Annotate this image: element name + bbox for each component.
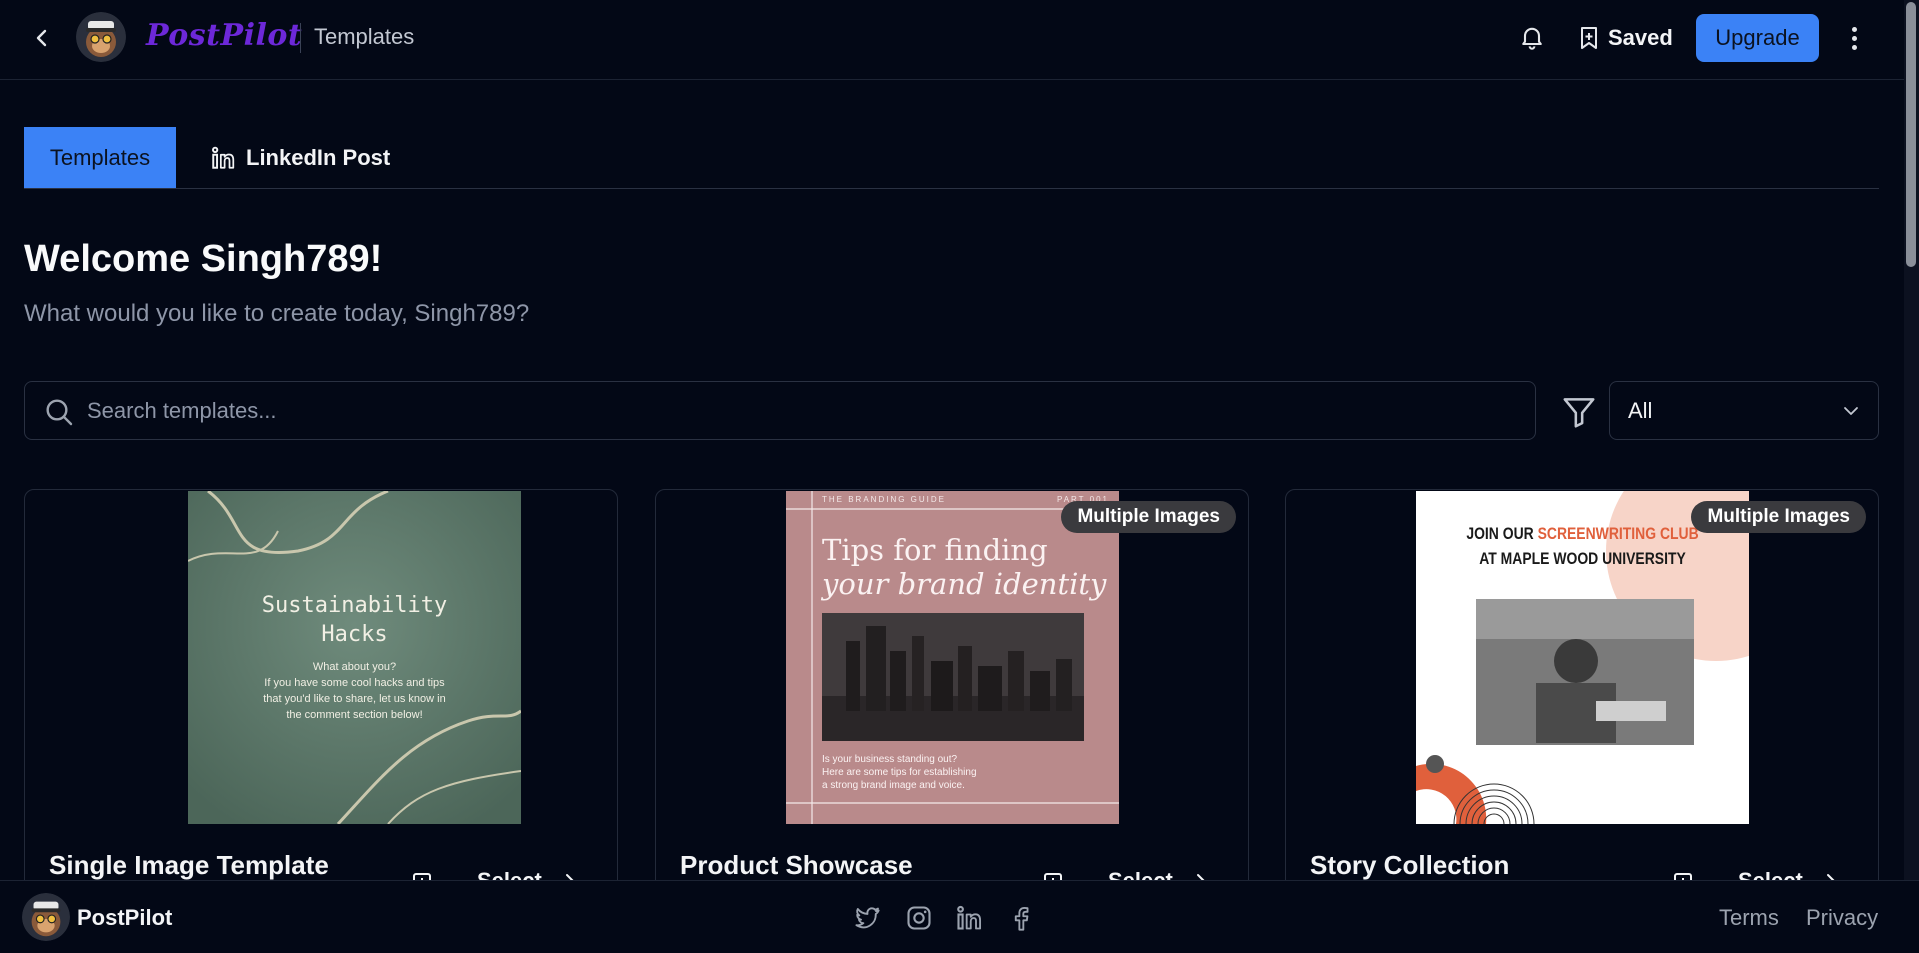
- breadcrumb[interactable]: Templates: [314, 24, 414, 50]
- category-select[interactable]: All: [1609, 381, 1879, 440]
- tab-linkedin-post[interactable]: LinkedIn Post: [210, 127, 390, 188]
- bookmark-icon: [1581, 27, 1597, 49]
- filter-icon[interactable]: [1560, 393, 1598, 431]
- upgrade-button[interactable]: Upgrade: [1696, 14, 1819, 62]
- saved-button[interactable]: Saved: [1578, 18, 1673, 58]
- preview-body-line1: What about you?: [312, 661, 397, 673]
- facebook-icon[interactable]: [1007, 904, 1035, 932]
- template-card[interactable]: Sustainability Hacks What about you? If …: [24, 489, 618, 909]
- instagram-icon[interactable]: [905, 904, 933, 932]
- card-title: Product Showcase: [680, 850, 913, 880]
- search-box: [24, 381, 1536, 440]
- scrollbar-thumb[interactable]: [1906, 2, 1916, 267]
- footer-brand: PostPilot: [77, 905, 173, 930]
- preview-line2: AT MAPLE WOOD UNIVERSITY: [1479, 549, 1686, 568]
- linkedin-icon[interactable]: [955, 904, 983, 932]
- page-title: Welcome Singh789!: [24, 238, 383, 280]
- page-subtitle: What would you like to create today, Sin…: [24, 300, 530, 327]
- chevron-down-icon: [1844, 407, 1858, 415]
- tab-bar: Templates LinkedIn Post: [24, 127, 1879, 189]
- tab-templates[interactable]: Templates: [24, 127, 176, 188]
- brand-logo-text: PostPilot: [146, 18, 303, 53]
- template-card[interactable]: THE BRANDING GUIDE PART 001 Tips for fin…: [655, 489, 1249, 909]
- template-preview-image: Sustainability Hacks What about you? If …: [188, 491, 521, 824]
- header-divider: [300, 23, 301, 53]
- preview-body-line2: Here are some tips for establishing: [822, 767, 977, 778]
- preview-top-left: THE BRANDING GUIDE: [822, 495, 947, 504]
- linkedin-icon: [212, 146, 235, 169]
- preview-heading-line1: Sustainability: [261, 593, 448, 618]
- multiple-images-badge: Multiple Images: [1691, 501, 1866, 533]
- preview-body-line4: the comment section below!: [286, 709, 423, 721]
- search-input[interactable]: [85, 390, 1509, 432]
- tab-label: LinkedIn Post: [246, 144, 391, 170]
- footer: PostPilot Terms Privacy: [0, 880, 1919, 953]
- top-bar: PostPilot Templates Saved Upgrade: [0, 0, 1919, 80]
- card-title: Single Image Template: [49, 850, 329, 880]
- preview-body-line2: If you have some cool hacks and tips: [264, 677, 445, 689]
- template-preview-image: THE BRANDING GUIDE PART 001 Tips for fin…: [786, 491, 1119, 824]
- back-chevron-icon[interactable]: [30, 24, 54, 52]
- preview-line1-a: JOIN OUR: [1466, 524, 1538, 543]
- avatar[interactable]: [22, 893, 70, 941]
- card-title: Story Collection: [1310, 850, 1510, 880]
- bell-icon[interactable]: [1518, 22, 1546, 52]
- multiple-images-badge: Multiple Images: [1061, 501, 1236, 533]
- preview-heading-line1: Tips for finding: [822, 533, 1048, 567]
- preview-heading-line2: Hacks: [321, 622, 388, 647]
- search-icon: [46, 399, 73, 426]
- avatar[interactable]: [76, 12, 126, 62]
- preview-body-line3: that you'd like to share, let us know in: [263, 693, 446, 705]
- template-preview-image: JOIN OUR SCREENWRITING CLUB AT MAPLE WOO…: [1416, 491, 1749, 824]
- preview-body-line1: Is your business standing out?: [822, 754, 958, 765]
- more-vertical-icon[interactable]: [1844, 22, 1864, 54]
- terms-link[interactable]: Terms: [1719, 905, 1779, 931]
- preview-heading-line2: your brand identity: [822, 567, 1107, 601]
- preview-line1-b: SCREENWRITING CLUB: [1537, 524, 1699, 543]
- twitter-icon[interactable]: [853, 904, 881, 932]
- template-card[interactable]: JOIN OUR SCREENWRITING CLUB AT MAPLE WOO…: [1285, 489, 1879, 909]
- saved-label: Saved: [1608, 25, 1673, 50]
- privacy-link[interactable]: Privacy: [1806, 905, 1878, 931]
- preview-body-line3: a strong brand image and voice.: [822, 780, 965, 791]
- category-select-value: All: [1628, 398, 1653, 423]
